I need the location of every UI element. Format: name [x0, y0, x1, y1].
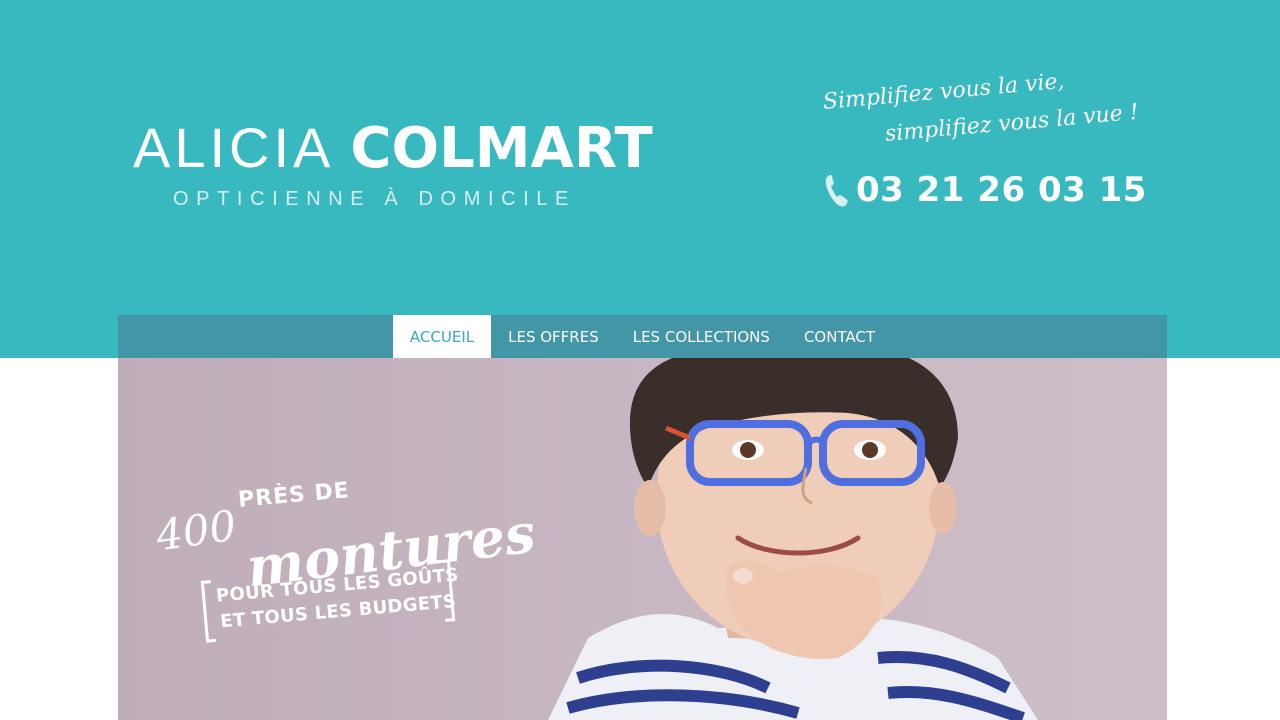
hero-banner[interactable]: PRÈS DE 400 montures POUR TOUS LES GOÛTS… [118, 358, 1167, 720]
logo-subtitle: OPTICIENNE À DOMICILE [173, 188, 576, 210]
logo-wordmark: ALICIA COLMART [133, 118, 653, 179]
hero-pres-de: PRÈS DE [237, 478, 351, 513]
nav-item-accueil[interactable]: ACCUEIL [392, 315, 492, 358]
bracket-left [200, 580, 217, 643]
logo-first-name: ALICIA [133, 116, 335, 179]
nav-item-collections[interactable]: LES COLLECTIONS [616, 315, 787, 358]
tagline: Simplifiez vous la vie, simplifiez vous … [820, 69, 1140, 160]
hero-tagline-box: POUR TOUS LES GOÛTS ET TOUS LES BUDGETS [200, 559, 459, 643]
phone-number: 03 21 26 03 15 [856, 170, 1147, 210]
phone-icon [825, 175, 848, 207]
nav-item-offres[interactable]: LES OFFRES [491, 315, 616, 358]
brand-logo[interactable]: ALICIA COLMART OPTICIENNE À DOMICILE [133, 118, 713, 218]
tagline-line-2: simplifiez vous la vue ! [884, 99, 1140, 147]
phone-contact[interactable]: 03 21 26 03 15 [824, 168, 1147, 212]
hero-headline: PRÈS DE 400 montures POUR TOUS LES GOÛTS… [148, 478, 548, 648]
hero-number: 400 [152, 500, 240, 561]
nav-item-contact[interactable]: CONTACT [787, 315, 892, 358]
logo-last-name: COLMART [350, 116, 653, 181]
main-nav: ACCUEIL LES OFFRES LES COLLECTIONS CONTA… [118, 315, 1167, 358]
